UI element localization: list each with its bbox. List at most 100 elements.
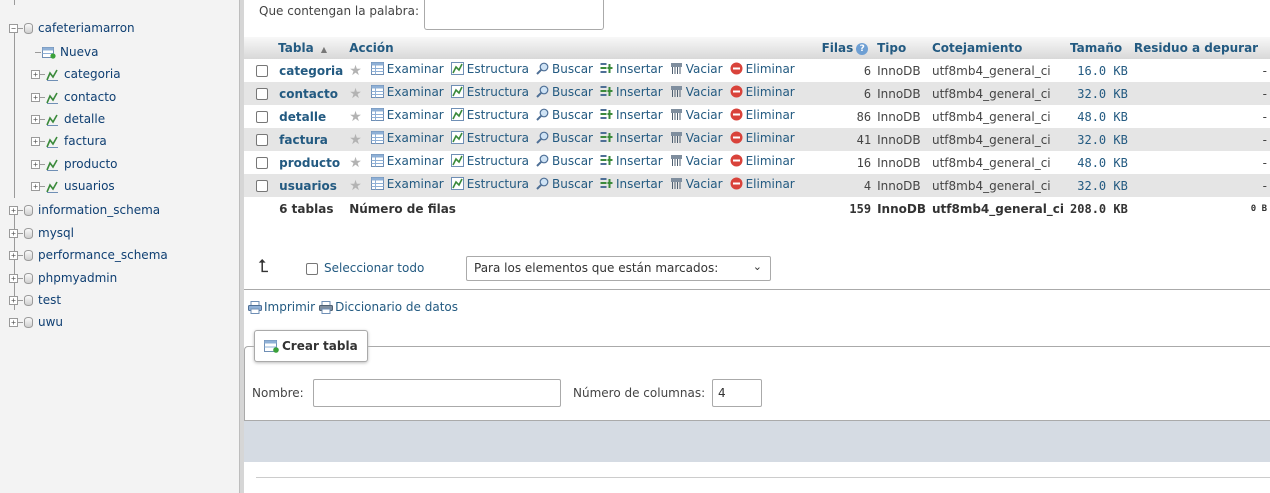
db-item-phpmyadmin[interactable]: + phpmyadmin <box>9 267 117 289</box>
table-name-cell[interactable]: usuarios <box>276 174 347 197</box>
table-name-link[interactable]: categoria <box>279 64 343 78</box>
structure-action[interactable]: Estructura <box>450 131 529 145</box>
structure-action[interactable]: Estructura <box>450 62 529 76</box>
empty-action[interactable]: Vaciar <box>670 154 723 168</box>
drop-action[interactable]: Eliminar <box>730 131 795 145</box>
table-size[interactable]: 32.0 KB <box>1067 82 1131 105</box>
header-rows[interactable]: Filas? <box>818 37 875 59</box>
row-checkbox[interactable] <box>256 134 268 146</box>
table-size[interactable]: 32.0 KB <box>1067 128 1131 151</box>
nav-table-factura[interactable]: + factura <box>31 130 107 152</box>
db-item-performance-schema[interactable]: + performance_schema <box>9 244 168 266</box>
expand-icon[interactable]: + <box>9 273 18 283</box>
db-item-test[interactable]: + test <box>9 289 61 311</box>
insert-action[interactable]: Insertar <box>600 108 663 122</box>
expand-icon[interactable]: + <box>31 159 40 169</box>
table-name-cell[interactable]: contacto <box>276 82 347 105</box>
insert-action[interactable]: Insertar <box>600 85 663 99</box>
columns-count-input[interactable]: 4 <box>712 379 762 407</box>
table-name-cell[interactable]: factura <box>276 128 347 151</box>
browse-action[interactable]: Examinar <box>370 85 444 99</box>
select-all-label[interactable]: Seleccionar todo <box>324 261 424 275</box>
nav-table-producto[interactable]: + producto <box>31 153 118 175</box>
star-icon[interactable]: ★ <box>349 63 362 79</box>
browse-action[interactable]: Examinar <box>370 108 444 122</box>
insert-action[interactable]: Insertar <box>600 177 663 191</box>
row-checkbox[interactable] <box>256 65 268 77</box>
structure-action[interactable]: Estructura <box>450 85 529 99</box>
table-name-cell[interactable]: producto <box>276 151 347 174</box>
header-collation[interactable]: Cotejamiento <box>928 37 1068 59</box>
structure-action[interactable]: Estructura <box>450 177 529 191</box>
create-table-button[interactable]: Crear tabla <box>254 330 368 362</box>
table-size[interactable]: 16.0 KB <box>1067 59 1131 82</box>
table-name-link[interactable]: usuarios <box>279 179 337 193</box>
db-item-current[interactable]: − cafeteriamarron <box>9 17 135 39</box>
drop-action[interactable]: Eliminar <box>730 154 795 168</box>
nav-table-usuarios[interactable]: + usuarios <box>31 175 115 197</box>
nav-table-detalle[interactable]: + detalle <box>31 108 105 130</box>
drop-action[interactable]: Eliminar <box>730 85 795 99</box>
db-item-mysql[interactable]: + mysql <box>9 222 74 244</box>
table-name-link[interactable]: producto <box>279 156 340 170</box>
row-checkbox[interactable] <box>256 180 268 192</box>
expand-icon[interactable]: + <box>9 295 18 305</box>
print-link[interactable]: Imprimir <box>248 300 315 314</box>
search-action[interactable]: Buscar <box>536 131 593 145</box>
drop-action[interactable]: Eliminar <box>730 108 795 122</box>
header-size[interactable]: Tamaño <box>1067 37 1131 59</box>
expand-icon[interactable]: + <box>9 317 18 327</box>
table-size[interactable]: 32.0 KB <box>1067 174 1131 197</box>
star-icon[interactable]: ★ <box>349 109 362 125</box>
star-icon[interactable]: ★ <box>349 86 362 102</box>
expand-icon[interactable]: + <box>31 92 40 102</box>
search-action[interactable]: Buscar <box>536 177 593 191</box>
structure-action[interactable]: Estructura <box>450 108 529 122</box>
search-action[interactable]: Buscar <box>536 108 593 122</box>
empty-action[interactable]: Vaciar <box>670 62 723 76</box>
table-name-link[interactable]: factura <box>279 133 328 147</box>
table-name-input[interactable] <box>313 379 561 407</box>
empty-action[interactable]: Vaciar <box>670 177 723 191</box>
expand-icon[interactable]: + <box>31 181 40 191</box>
select-all-checkbox[interactable] <box>306 263 318 275</box>
table-name-link[interactable]: contacto <box>279 87 338 101</box>
browse-action[interactable]: Examinar <box>370 154 444 168</box>
star-icon[interactable]: ★ <box>349 178 362 194</box>
browse-action[interactable]: Examinar <box>370 62 444 76</box>
row-checkbox[interactable] <box>256 88 268 100</box>
db-item-uwu[interactable]: + uwu <box>9 311 63 333</box>
drop-action[interactable]: Eliminar <box>730 177 795 191</box>
db-item-information-schema[interactable]: + information_schema <box>9 199 160 221</box>
header-type[interactable]: Tipo <box>874 37 929 59</box>
browse-action[interactable]: Examinar <box>370 131 444 145</box>
expand-icon[interactable]: + <box>9 228 18 238</box>
expand-icon[interactable]: + <box>9 205 18 215</box>
header-overhead[interactable]: Residuo a depurar <box>1130 37 1270 59</box>
empty-action[interactable]: Vaciar <box>670 85 723 99</box>
star-icon[interactable]: ★ <box>349 155 362 171</box>
filter-input[interactable] <box>424 0 604 30</box>
nav-table-categoria[interactable]: + categoria <box>31 63 121 85</box>
help-icon[interactable]: ? <box>856 42 869 55</box>
with-selected-dropdown[interactable]: Para los elementos que están marcados: ⌄ <box>466 256 771 281</box>
table-name-cell[interactable]: detalle <box>276 105 347 128</box>
expand-icon[interactable]: + <box>31 114 40 124</box>
expand-icon[interactable]: + <box>31 136 40 146</box>
table-size[interactable]: 48.0 KB <box>1067 105 1131 128</box>
empty-action[interactable]: Vaciar <box>670 108 723 122</box>
drop-action[interactable]: Eliminar <box>730 62 795 76</box>
search-action[interactable]: Buscar <box>536 85 593 99</box>
data-dictionary-link[interactable]: Diccionario de datos <box>319 300 458 314</box>
structure-action[interactable]: Estructura <box>450 154 529 168</box>
empty-action[interactable]: Vaciar <box>670 131 723 145</box>
expand-icon[interactable]: + <box>9 250 18 260</box>
row-checkbox[interactable] <box>256 111 268 123</box>
row-checkbox[interactable] <box>256 157 268 169</box>
search-action[interactable]: Buscar <box>536 62 593 76</box>
new-table-item[interactable]: Nueva <box>35 41 98 63</box>
table-size[interactable]: 48.0 KB <box>1067 151 1131 174</box>
insert-action[interactable]: Insertar <box>600 131 663 145</box>
collapse-icon[interactable]: − <box>9 23 18 33</box>
nav-table-contacto[interactable]: + contacto <box>31 86 116 108</box>
